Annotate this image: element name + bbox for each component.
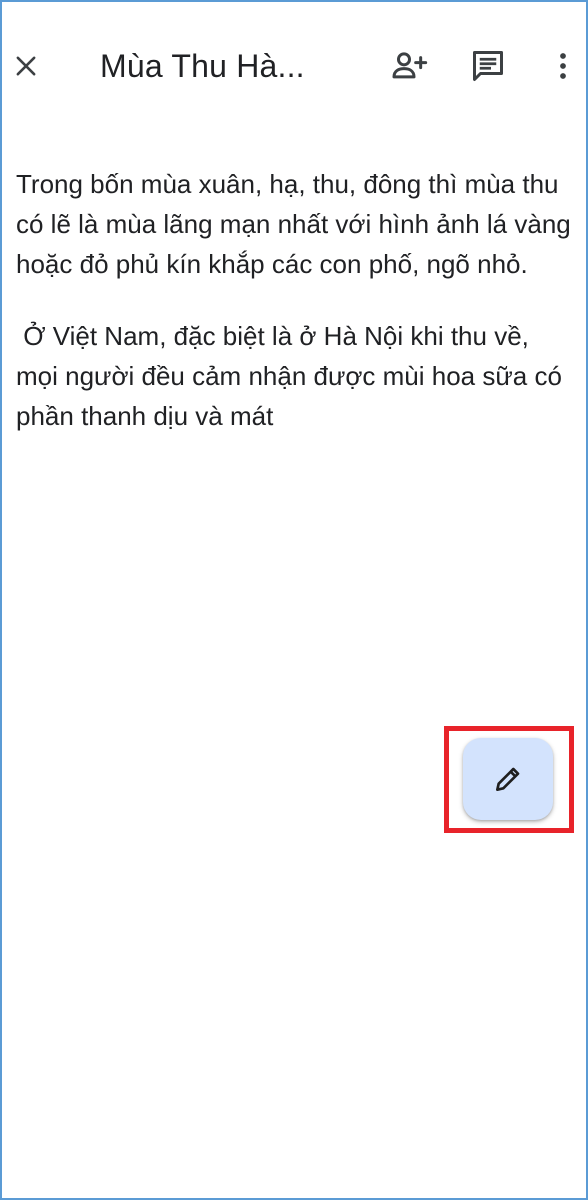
paragraph-2[interactable]: Ở Việt Nam, đặc biệt là ở Hà Nội khi thu… bbox=[16, 316, 576, 436]
pencil-edit-icon bbox=[496, 767, 520, 791]
top-app-bar: Mùa Thu Hà... bbox=[2, 2, 586, 132]
more-options-button[interactable] bbox=[539, 42, 587, 90]
paragraph-1[interactable]: Trong bốn mùa xuân, hạ, thu, đông thì mù… bbox=[16, 164, 576, 284]
comment-icon bbox=[473, 51, 503, 81]
app-frame: Mùa Thu Hà... Trong bốn mùa xuân, hạ, th… bbox=[0, 0, 588, 1200]
edit-fab-button[interactable] bbox=[463, 738, 553, 820]
close-icon bbox=[16, 56, 36, 76]
close-button[interactable] bbox=[2, 42, 50, 90]
share-add-person-button[interactable] bbox=[385, 42, 433, 90]
document-body[interactable]: Trong bốn mùa xuân, hạ, thu, đông thì mù… bbox=[16, 164, 576, 436]
more-vertical-icon bbox=[560, 53, 566, 79]
document-title: Mùa Thu Hà... bbox=[100, 48, 305, 84]
add-person-icon bbox=[392, 52, 428, 79]
comments-button[interactable] bbox=[464, 42, 512, 90]
